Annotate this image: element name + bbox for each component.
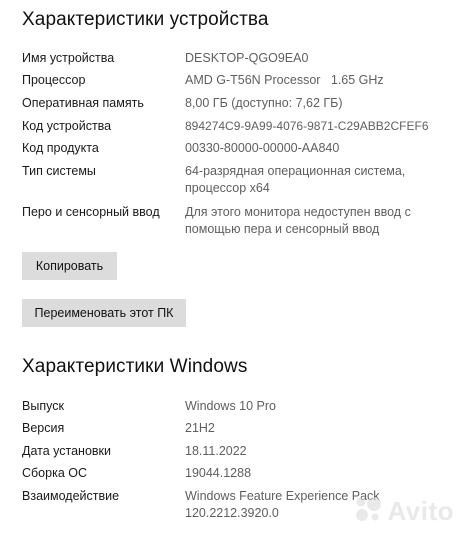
copy-button[interactable]: Копировать xyxy=(22,252,117,280)
spec-label: Версия xyxy=(22,421,65,435)
spec-value: 64-разрядная операционная система, проце… xyxy=(185,164,406,195)
device-specs-title: Характеристики устройства xyxy=(22,9,269,30)
avito-watermark: Avito xyxy=(353,495,454,528)
spec-value: 894274C9-9A99-4076-9871-C29ABB2CFEF6 xyxy=(185,119,429,133)
spec-value: 19044.1288 xyxy=(185,466,252,480)
rename-pc-button[interactable]: Переименовать этот ПК xyxy=(22,299,186,327)
spec-label: Выпуск xyxy=(22,399,64,413)
spec-value: 18.11.2022 xyxy=(185,444,247,458)
spec-label: Оперативная память xyxy=(22,96,144,110)
spec-label: Взаимодействие xyxy=(22,489,120,503)
windows-specs-title: Характеристики Windows xyxy=(22,356,248,377)
spec-label: Дата установки xyxy=(22,444,111,458)
spec-value: Для этого монитора недоступен ввод с пом… xyxy=(185,205,411,236)
avito-logo-icon xyxy=(353,495,383,528)
spec-label: Код устройства xyxy=(22,119,112,133)
spec-label: Имя устройства xyxy=(22,51,115,65)
avito-watermark-text: Avito xyxy=(387,496,454,526)
spec-label: Тип системы xyxy=(22,164,96,178)
spec-label: Код продукта xyxy=(22,141,99,155)
spec-label: Сборка ОС xyxy=(22,466,88,480)
spec-value: 8,00 ГБ (доступно: 7,62 ГБ) xyxy=(185,96,343,110)
spec-value: AMD G-T56N Processor 1.65 GHz xyxy=(185,73,384,87)
spec-label: Перо и сенсорный ввод xyxy=(22,205,160,219)
spec-value: DESKTOP-QGO9EA0 xyxy=(185,51,309,65)
spec-label: Процессор xyxy=(22,73,86,87)
spec-value: Windows 10 Pro xyxy=(185,399,277,413)
spec-value: 21H2 xyxy=(185,421,215,435)
spec-value: 00330-80000-00000-AA840 xyxy=(185,141,340,155)
